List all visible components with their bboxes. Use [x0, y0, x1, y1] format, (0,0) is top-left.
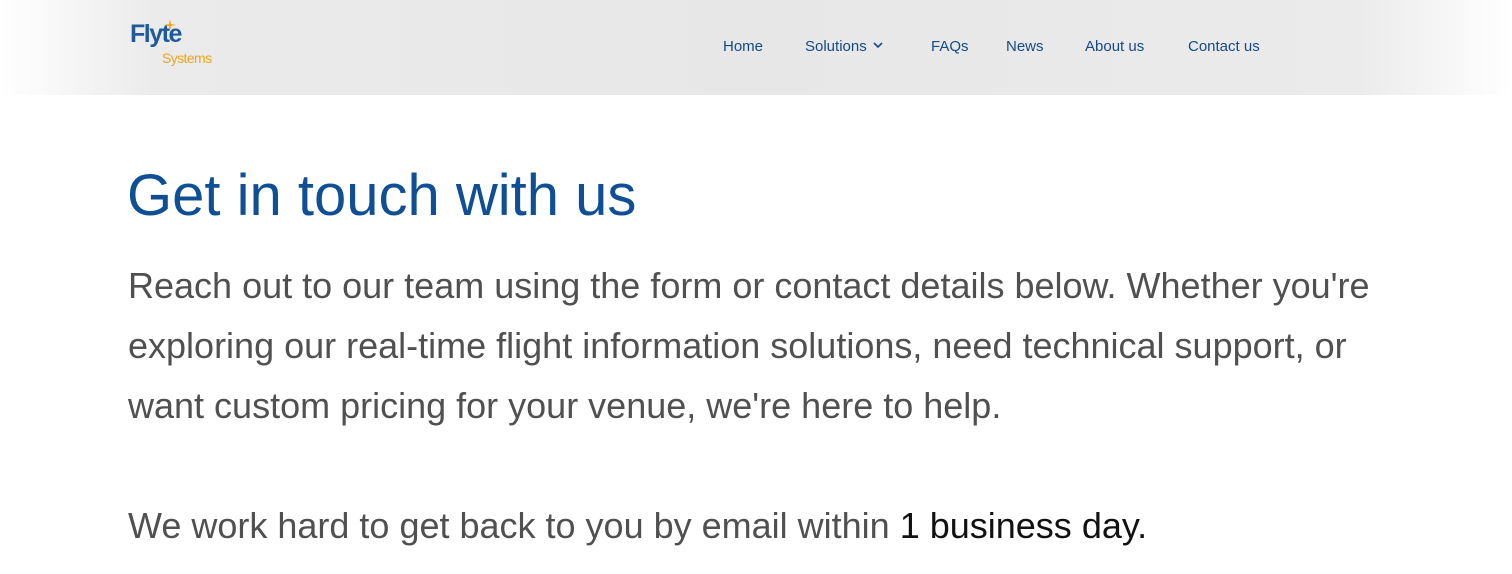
nav-item-solutions-label: Solutions: [805, 38, 867, 55]
chevron-down-icon: [873, 42, 883, 49]
response-time-text: We work hard to get back to you by email…: [128, 505, 900, 546]
response-time-highlight: 1 business day.: [899, 505, 1148, 546]
nav-item-about-us[interactable]: About us: [1085, 38, 1144, 56]
nav-item-home[interactable]: Home: [723, 38, 763, 56]
intro-paragraph: Reach out to our team using the form or …: [128, 265, 1370, 426]
nav-item-contact-us[interactable]: Contact us: [1188, 38, 1260, 56]
site-header: Flyte Systems Home Solutions FAQs News A…: [0, 0, 1512, 95]
nav-item-solutions[interactable]: Solutions: [805, 38, 883, 56]
main-navigation: Home Solutions FAQs News About us Contac…: [0, 0, 1512, 95]
page-title: Get in touch with us: [127, 163, 637, 228]
response-time-note: We work hard to get back to you by email…: [128, 496, 1147, 556]
nav-item-news[interactable]: News: [1006, 38, 1044, 56]
nav-item-faqs[interactable]: FAQs: [931, 38, 969, 56]
